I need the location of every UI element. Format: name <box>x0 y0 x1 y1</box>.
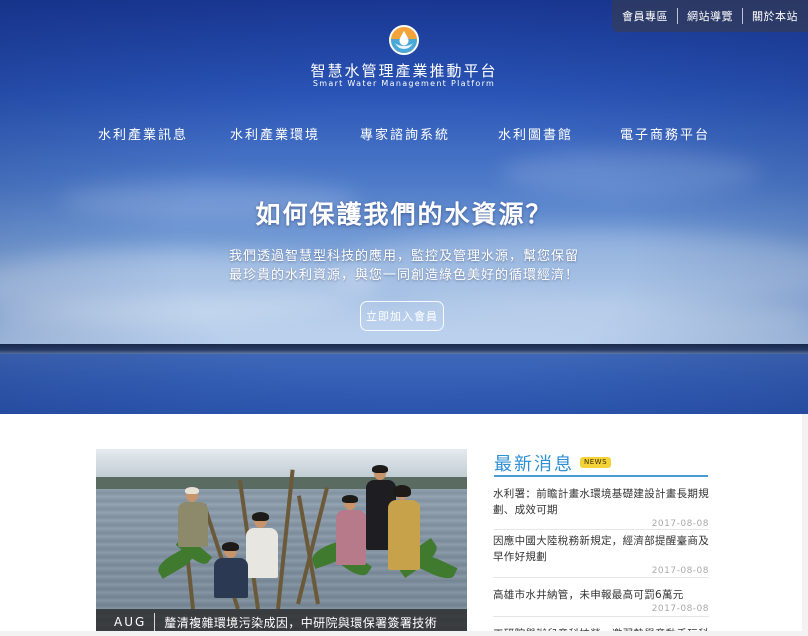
nav-item-industry-environment[interactable]: 水利產業環境 <box>230 124 320 143</box>
brand-subtitle: Smart Water Management Platform <box>312 79 496 88</box>
caption-month: AUG <box>96 613 156 632</box>
hero-title: 如何保護我們的水資源？ <box>255 200 553 229</box>
caption-headline[interactable]: 釐清複雜環境污染成因，中研院與環保署簽署技術 <box>155 614 437 631</box>
news-item[interactable]: 高雄市水井納管，未申報最高可罰6萬元 2017-08-08 <box>493 579 709 617</box>
news-item-date: 2017-08-08 <box>651 519 709 529</box>
page-gutter <box>802 414 808 636</box>
news-item[interactable]: 水利署：前瞻計畫水環境基礎建設計畫長期規劃、成效可期 2017-08-08 <box>493 484 709 530</box>
nav-item-expert-consult[interactable]: 專家諮詢系統 <box>360 124 450 143</box>
news-item-date: 2017-08-08 <box>651 566 709 576</box>
feature-photo[interactable] <box>96 449 467 636</box>
hero-subtitle-line-1: 我們透過智慧型科技的應用，監控及管理水源，幫您保留 <box>228 249 579 264</box>
brand-name[interactable]: 智慧水管理產業推動平台 <box>0 60 808 81</box>
main-nav: 水利產業訊息 水利產業環境 專家諮詢系統 水利圖書館 電子商務平台 <box>0 124 808 143</box>
news-title: 最新消息 <box>494 454 574 475</box>
news-item-text[interactable]: 因應中國大陸稅務新規定，經濟部提醒臺商及早作好規劃 <box>493 533 709 565</box>
news-item-date: 2017-08-08 <box>651 604 709 614</box>
utility-nav: 會員專區 網站導覽 關於本站 <box>612 0 808 32</box>
news-header: 最新消息 NEWS <box>494 449 708 477</box>
nav-item-ecommerce[interactable]: 電子商務平台 <box>620 124 710 143</box>
util-link-about[interactable]: 關於本站 <box>743 8 807 24</box>
news-list: 水利署：前瞻計畫水環境基礎建設計畫長期規劃、成效可期 2017-08-08 因應… <box>493 484 709 636</box>
util-link-sitemap[interactable]: 網站導覽 <box>678 8 742 24</box>
nav-item-library[interactable]: 水利圖書館 <box>498 124 573 143</box>
water-drop-hands-icon[interactable] <box>389 25 419 55</box>
page-gutter <box>0 631 808 636</box>
news-item-text[interactable]: 水利署：前瞻計畫水環境基礎建設計畫長期規劃、成效可期 <box>493 486 709 518</box>
news-item[interactable]: 因應中國大陸稅務新規定，經濟部提醒臺商及早作好規劃 2017-08-08 <box>493 531 709 578</box>
nav-item-industry-news[interactable]: 水利產業訊息 <box>98 124 188 143</box>
util-link-member[interactable]: 會員專區 <box>613 8 677 24</box>
hero-subtitle-line-2: 最珍貴的水利資源，與您一同創造綠色美好的循環經濟！ <box>228 268 579 283</box>
news-badge: NEWS <box>580 457 612 468</box>
join-member-button[interactable]: 立即加入會員 <box>360 301 444 331</box>
news-item-text[interactable]: 高雄市水井納管，未申報最高可罰6萬元 <box>493 587 709 603</box>
